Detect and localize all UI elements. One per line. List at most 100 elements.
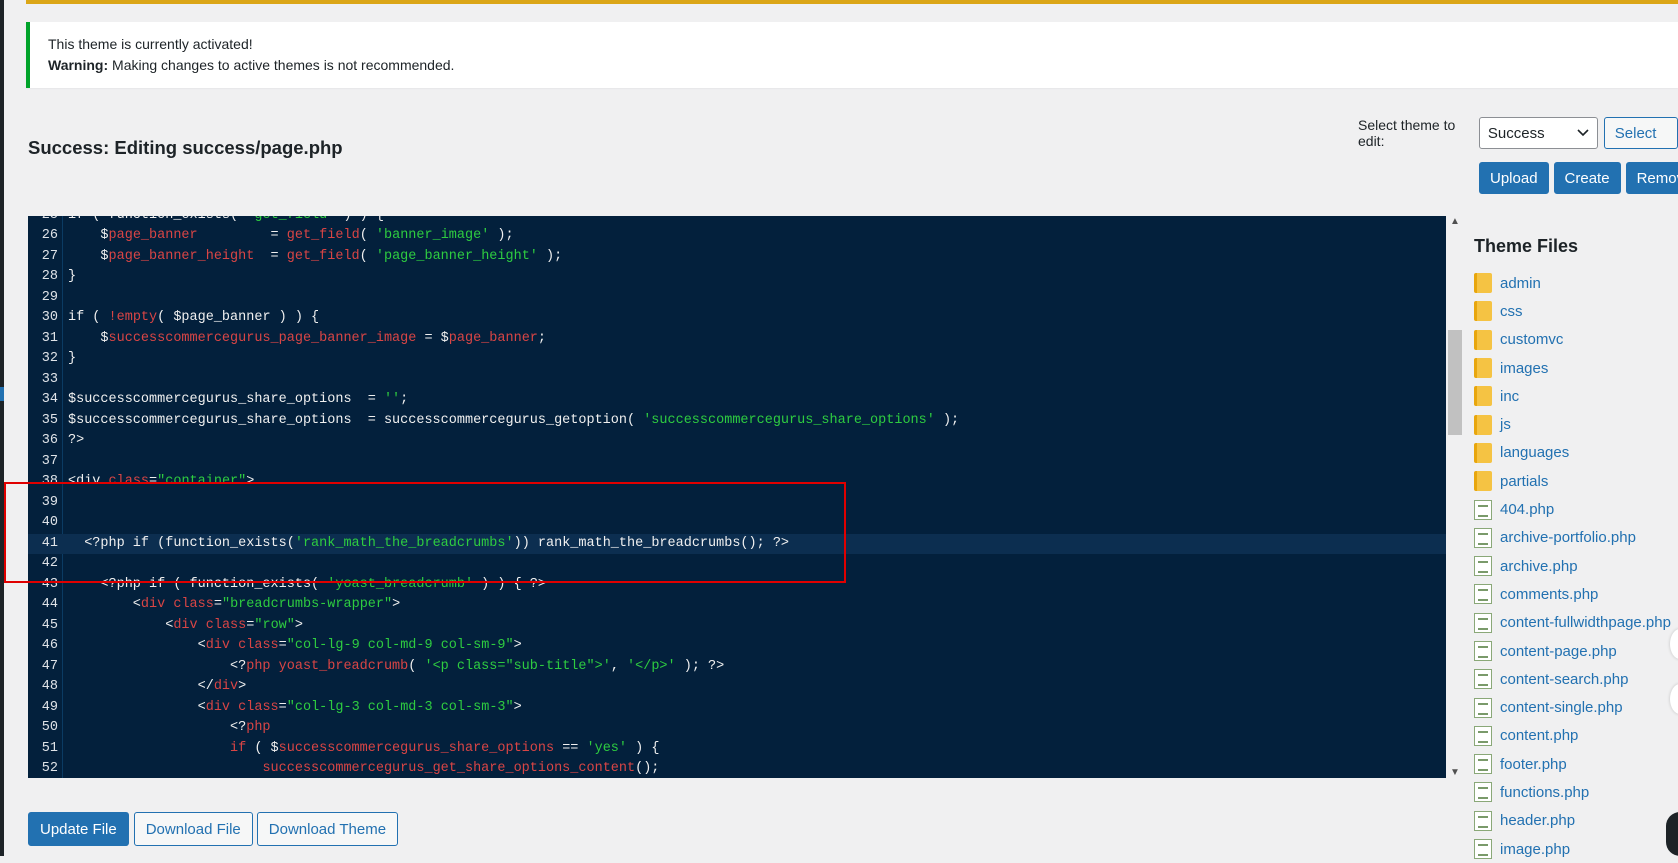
code-line[interactable]: 25 if ( function_exists( 'get_field' ) ) … [28,216,1446,226]
line-number: 49 [41,699,58,715]
code-text: </div> [68,679,247,694]
chevron-down-icon [1577,129,1589,137]
code-line[interactable]: 49 <div class="col-lg-3 col-md-3 col-sm-… [28,698,1446,719]
code-line[interactable]: 30 if ( !empty( $page_banner ) ) { [28,308,1446,329]
file-item[interactable]: content-page.php [1474,637,1678,665]
file-item[interactable]: header.php [1474,807,1678,835]
folder-icon [1474,442,1492,463]
file-item[interactable]: archive.php [1474,552,1678,580]
folder-icon [1474,301,1492,322]
file-item[interactable]: footer.php [1474,750,1678,778]
file-item[interactable]: content-single.php [1474,693,1678,721]
file-item[interactable]: image.php [1474,835,1678,863]
theme-select[interactable]: Success [1478,117,1598,149]
line-number: 30 [41,310,58,325]
scroll-down-icon[interactable]: ▼ [1450,767,1460,778]
folder-item[interactable]: images [1474,354,1678,382]
code-text: <div class="col-lg-3 col-md-3 col-sm-3"> [68,699,522,715]
folder-item[interactable]: languages [1474,439,1678,467]
line-number: 28 [41,269,58,284]
line-number: 50 [41,720,58,735]
code-text: <?php [68,720,271,735]
code-text: <div class="col-lg-9 col-md-9 col-sm-9"> [68,638,522,653]
line-number: 35 [41,412,58,428]
php-file-icon [1474,584,1492,605]
scroll-up-icon[interactable]: ▲ [1450,216,1460,227]
file-name: js [1500,416,1511,434]
line-number: 32 [41,351,58,366]
code-text: $page_banner = get_field( 'banner_image'… [68,228,514,243]
folder-item[interactable]: customvc [1474,326,1678,354]
code-text: } [68,351,77,366]
code-line[interactable]: 31 $successcommercegurus_page_banner_ima… [28,329,1446,350]
code-text: <div class="breadcrumbs-wrapper"> [68,597,401,612]
code-line[interactable]: 27 $page_banner_height = get_field( 'pag… [28,247,1446,268]
folder-item[interactable]: inc [1474,382,1678,410]
sidebar-active-marker [0,387,4,401]
select-theme-button[interactable]: Select [1603,117,1678,149]
code-line[interactable]: 48 </div> [28,677,1446,698]
line-number: 36 [41,433,58,448]
download-theme-button[interactable]: Download Theme [256,812,399,846]
code-line[interactable]: 28} [28,267,1446,288]
file-name: header.php [1500,812,1576,830]
code-line[interactable]: 47 <?php yoast_breadcrumb( '<p class="su… [28,657,1446,678]
line-number: 27 [41,248,58,264]
folder-item[interactable]: js [1474,410,1678,438]
code-line[interactable]: 46 <div class="col-lg-9 col-md-9 col-sm-… [28,636,1446,657]
php-file-icon [1474,556,1492,577]
folder-icon [1474,273,1492,294]
php-file-icon [1474,754,1492,775]
folder-item[interactable]: partials [1474,467,1678,495]
folder-icon [1474,329,1492,350]
file-item[interactable]: functions.php [1474,778,1678,806]
notice-warning-text: Making changes to active themes is not r… [112,57,455,73]
code-text: $page_banner_height = get_field( 'page_b… [68,248,563,264]
code-line[interactable]: 34 $successcommercegurus_share_options = … [28,390,1446,411]
line-number: 46 [41,638,58,653]
file-name: archive.php [1500,557,1578,575]
code-line[interactable]: 26 $page_banner = get_field( 'banner_ima… [28,226,1446,247]
file-name: content-search.php [1500,670,1629,688]
remove-button[interactable]: Remove [1625,162,1678,194]
file-item[interactable]: content-fullwidthpage.php [1474,609,1678,637]
line-number: 34 [41,392,58,407]
file-item[interactable]: 404.php [1474,495,1678,523]
create-button[interactable]: Create [1553,162,1621,194]
upload-button[interactable]: Upload [1479,162,1549,194]
code-line[interactable]: 50 <?php [28,718,1446,739]
code-line[interactable]: 51 if ( $successcommercegurus_share_opti… [28,739,1446,760]
floating-chat-button[interactable] [1666,812,1678,856]
code-line[interactable]: 52 successcommercegurus_get_share_option… [28,759,1446,778]
file-item[interactable]: content.php [1474,722,1678,750]
php-file-icon [1474,527,1492,548]
php-file-icon [1474,669,1492,690]
file-item[interactable]: comments.php [1474,580,1678,608]
admin-sidebar-edge [0,0,4,856]
code-line[interactable]: 37 [28,452,1446,473]
code-line[interactable]: 35 $successcommercegurus_share_options = … [28,411,1446,432]
code-line[interactable]: 29 [28,288,1446,309]
download-file-button[interactable]: Download File [133,812,253,846]
file-item[interactable]: archive-portfolio.php [1474,524,1678,552]
folder-icon [1474,358,1492,379]
code-line[interactable]: 44 <div class="breadcrumbs-wrapper"> [28,595,1446,616]
line-number: 31 [41,330,58,346]
php-file-icon [1474,839,1492,860]
code-line[interactable]: 32} [28,349,1446,370]
code-text: if ( function_exists( 'get_field' ) ) { [68,216,384,226]
code-line[interactable]: 45 <div class="row"> [28,616,1446,637]
code-line[interactable]: 33 [28,370,1446,391]
file-name: inc [1500,387,1520,405]
code-line[interactable]: 36 ?> [28,431,1446,452]
editor-scrollbar[interactable]: ▲ ▼ [1446,216,1464,778]
file-item[interactable]: content-search.php [1474,665,1678,693]
folder-item[interactable]: admin [1474,269,1678,297]
php-file-icon [1474,641,1492,661]
theme-actions: Upload Create Remove [1479,162,1678,194]
line-number: 51 [41,740,58,756]
scrollbar-thumb[interactable] [1448,330,1462,435]
update-file-button[interactable]: Update File [28,812,129,846]
folder-item[interactable]: css [1474,297,1678,325]
file-name: customvc [1500,331,1564,349]
